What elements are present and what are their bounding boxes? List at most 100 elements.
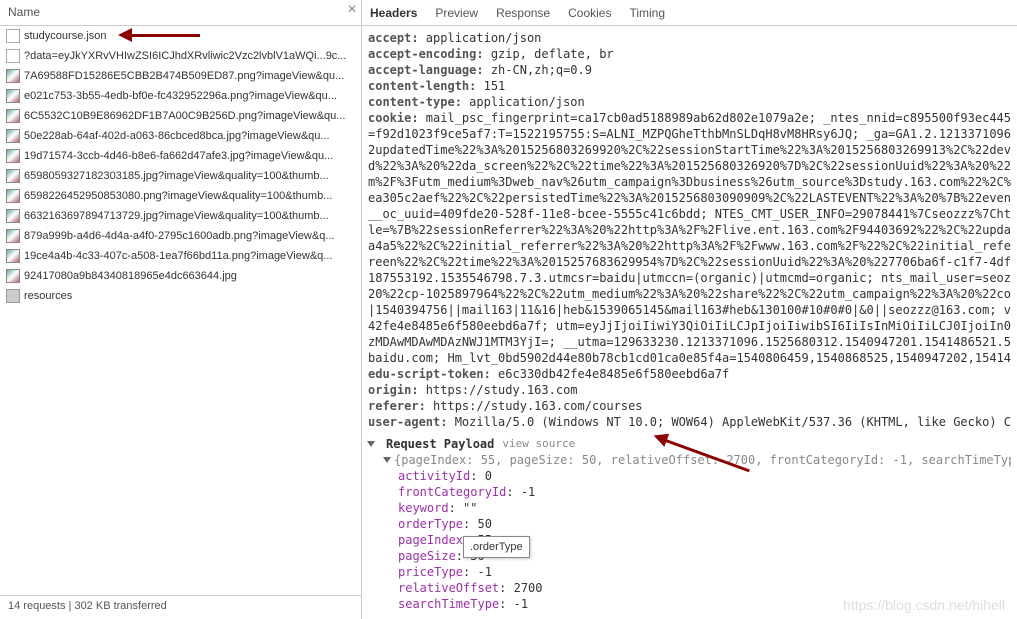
request-row[interactable]: 6C5532C10B9E86962DF1B7A00C9B256D.png?ima…	[0, 106, 361, 126]
header-line: edu-script-token: e6c330db42fe4e8485e6f5…	[368, 366, 1011, 382]
name-column-header: Name ×	[0, 0, 361, 26]
header-continuation: __oc_uuid=409fde20-528f-11e8-bcee-5555c4…	[368, 206, 1011, 222]
header-key: accept-language:	[368, 63, 484, 77]
headers-body: accept: application/jsonaccept-encoding:…	[362, 26, 1017, 619]
detail-tabs: Headers Preview Response Cookies Timing	[362, 0, 1017, 26]
img-file-icon	[6, 249, 20, 263]
header-continuation: m%2F%3Futm_medium%3Dweb_nav%26utm_campai…	[368, 174, 1011, 190]
header-line: content-length: 151	[368, 78, 1011, 94]
request-name: 7A69588FD15286E5CBB2B474B509ED87.png?ima…	[24, 70, 344, 82]
header-value: application/json	[419, 31, 542, 45]
request-name: 6C5532C10B9E86962DF1B7A00C9B256D.png?ima…	[24, 110, 345, 122]
request-name: 92417080a9b84340818965e4dc663644.jpg	[24, 270, 237, 282]
tab-cookies[interactable]: Cookies	[566, 2, 613, 24]
header-key: user-agent:	[368, 415, 447, 429]
header-continuation: |1540394756||mail163|11&16|heb&153906514…	[368, 302, 1011, 318]
section-label: Request Payload	[386, 436, 494, 452]
request-row[interactable]: 19d71574-3ccb-4d46-b8e6-fa662d47afe3.jpg…	[0, 146, 361, 166]
header-continuation: a4a5%22%2C%22initial_referrer%22%3A%20%2…	[368, 238, 1011, 254]
request-name: ?data=eyJkYXRvVHIwZSI6ICJhdXRvliwic2Vzc2…	[24, 50, 346, 62]
header-continuation: 20%22cp-1025897964%22%2C%22utm_medium%22…	[368, 286, 1011, 302]
detail-panel: Headers Preview Response Cookies Timing acce…	[362, 0, 1017, 619]
request-name: 879a999b-a4d6-4d4a-a4f0-2795c1600adb.png…	[24, 230, 335, 242]
img-file-icon	[6, 109, 20, 123]
expand-triangle-icon[interactable]	[367, 441, 375, 447]
request-row[interactable]: 50e228ab-64af-402d-a063-86cbced8bca.jpg?…	[0, 126, 361, 146]
tab-preview[interactable]: Preview	[433, 2, 480, 24]
header-key: origin:	[368, 383, 419, 397]
img-file-icon	[6, 169, 20, 183]
payload-property: orderType: 50	[368, 516, 1011, 532]
payload-property: searchTimeType: -1	[368, 596, 1011, 612]
header-value: application/json	[462, 95, 585, 109]
header-value: Mozilla/5.0 (Windows NT 10.0; WOW64) App…	[447, 415, 1011, 429]
payload-property: relativeOffset: 2700	[368, 580, 1011, 596]
header-continuation: 42fe4e8485e6f580eebd6a7f; utm=eyJjIjoiIi…	[368, 318, 1011, 334]
expand-triangle-icon[interactable]	[383, 457, 391, 463]
header-continuation: zMDAwMDAwMDAzNWJ1MTM3YjI=; __utma=129633…	[368, 334, 1011, 350]
status-bar: 14 requests | 302 KB transferred	[0, 595, 361, 619]
payload-property: frontCategoryId: -1	[368, 484, 1011, 500]
close-icon[interactable]: ×	[345, 4, 359, 18]
request-name: 50e228ab-64af-402d-a063-86cbced8bca.jpg?…	[24, 130, 330, 142]
header-continuation: =f92d1023f9ce5af7:T=1522195755:S=ALNI_MZ…	[368, 126, 1011, 142]
header-key: content-length:	[368, 79, 476, 93]
header-continuation: d%22%3A%20%22da_screen%22%2C%22time%22%3…	[368, 158, 1011, 174]
request-row[interactable]: 19ce4a4b-4c33-407c-a508-1ea7f66bd11a.png…	[0, 246, 361, 266]
header-value: gzip, deflate, br	[484, 47, 614, 61]
request-payload-section[interactable]: Request Payload view source	[368, 436, 1011, 452]
request-row[interactable]: 6598226452950853080.png?imageView&qualit…	[0, 186, 361, 206]
header-line: accept-language: zh-CN,zh;q=0.9	[368, 62, 1011, 78]
header-value: mail_psc_fingerprint=ca17cb0ad5188989ab6…	[419, 111, 1011, 125]
request-name: e021c753-3b55-4edb-bf0e-fc432952296a.png…	[24, 90, 337, 102]
header-line: referer: https://study.163.com/courses	[368, 398, 1011, 414]
img-file-icon	[6, 209, 20, 223]
header-value: https://study.163.com/courses	[426, 399, 643, 413]
header-continuation: ea305c2aef%22%2C%22persistedTime%22%3A%2…	[368, 190, 1011, 206]
request-row[interactable]: 879a999b-a4d6-4d4a-a4f0-2795c1600adb.png…	[0, 226, 361, 246]
request-row[interactable]: 92417080a9b84340818965e4dc663644.jpg	[0, 266, 361, 286]
header-line: cookie: mail_psc_fingerprint=ca17cb0ad51…	[368, 110, 1011, 126]
request-row[interactable]: studycourse.json	[0, 26, 361, 46]
img-file-icon	[6, 89, 20, 103]
request-row[interactable]: resources	[0, 286, 361, 306]
header-key: accept-encoding:	[368, 47, 484, 61]
header-line: accept-encoding: gzip, deflate, br	[368, 46, 1011, 62]
hover-tooltip: .orderType	[463, 536, 530, 558]
tab-headers[interactable]: Headers	[368, 2, 419, 24]
view-source-link[interactable]: view source	[502, 436, 575, 452]
header-line: content-type: application/json	[368, 94, 1011, 110]
img-file-icon	[6, 269, 20, 283]
header-key: cookie:	[368, 111, 419, 125]
header-line: user-agent: Mozilla/5.0 (Windows NT 10.0…	[368, 414, 1011, 430]
request-name: 19d71574-3ccb-4d46-b8e6-fa662d47afe3.jpg…	[24, 150, 333, 162]
header-line: origin: https://study.163.com	[368, 382, 1011, 398]
request-row[interactable]: 6632163697894713729.jpg?imageView&qualit…	[0, 206, 361, 226]
tab-response[interactable]: Response	[494, 2, 552, 24]
img-file-icon	[6, 229, 20, 243]
payload-summary[interactable]: {pageIndex: 55, pageSize: 50, relativeOf…	[368, 452, 1011, 468]
request-list: studycourse.json ?data=eyJkYXRvVHIwZSI6IC…	[0, 26, 361, 595]
header-continuation: reen%22%2C%22time%22%3A%2015257683629954…	[368, 254, 1011, 270]
payload-property: keyword: ""	[368, 500, 1011, 516]
header-key: referer:	[368, 399, 426, 413]
json-file-icon	[6, 49, 20, 63]
img-file-icon	[6, 129, 20, 143]
request-row[interactable]: ?data=eyJkYXRvVHIwZSI6ICJhdXRvliwic2Vzc2…	[0, 46, 361, 66]
header-continuation: 2updatedTime%22%3A%2015256803269920%2C%2…	[368, 142, 1011, 158]
tab-timing[interactable]: Timing	[627, 2, 667, 24]
header-continuation: baidu.com; Hm_lvt_0bd5902d44e80b78cb1cd0…	[368, 350, 1011, 366]
request-name: 6598226452950853080.png?imageView&qualit…	[24, 190, 332, 202]
header-value: 151	[476, 79, 505, 93]
header-value: e6c330db42fe4e8485e6f580eebd6a7f	[491, 367, 729, 381]
request-name: 6598059327182303185.jpg?imageView&qualit…	[24, 170, 329, 182]
folder-file-icon	[6, 289, 20, 303]
request-row[interactable]: e021c753-3b55-4edb-bf0e-fc432952296a.png…	[0, 86, 361, 106]
request-list-panel: Name × studycourse.json ?data=eyJkYXRvVHI…	[0, 0, 362, 619]
request-row[interactable]: 7A69588FD15286E5CBB2B474B509ED87.png?ima…	[0, 66, 361, 86]
header-continuation: le=%7B%22sessionReferrer%22%3A%20%22http…	[368, 222, 1011, 238]
img-file-icon	[6, 69, 20, 83]
request-row[interactable]: 6598059327182303185.jpg?imageView&qualit…	[0, 166, 361, 186]
json-file-icon	[6, 29, 20, 43]
payload-property: activityId: 0	[368, 468, 1011, 484]
